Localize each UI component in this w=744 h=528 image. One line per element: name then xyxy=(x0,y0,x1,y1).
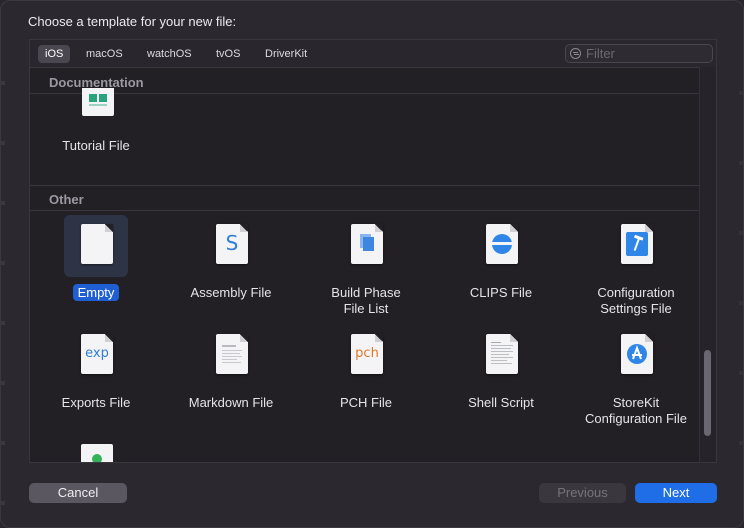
next-button[interactable]: Next xyxy=(635,483,717,503)
template-browser: iOS macOS watchOS tvOS DriverKit Documen… xyxy=(29,39,717,463)
template-label: Assembly File xyxy=(190,285,272,300)
icon-box xyxy=(334,215,398,277)
build-phase-file-list-icon xyxy=(351,224,383,264)
template-label: Shell Script xyxy=(468,395,534,410)
template-label: PCH File xyxy=(339,395,392,410)
clips-ball-glyph xyxy=(492,234,512,254)
icon-box: S xyxy=(199,215,263,277)
dialog-title: Choose a template for your new file: xyxy=(28,14,237,29)
empty-file-icon xyxy=(81,224,113,264)
template-label: Empty xyxy=(31,284,161,301)
template-tile-pch-file[interactable]: pch PCH File xyxy=(301,325,431,425)
template-label: Markdown File xyxy=(188,395,274,410)
template-tile-storekit-configuration-file[interactable]: StoreKit Configuration File xyxy=(571,325,701,426)
template-label: Tutorial File xyxy=(62,138,130,153)
clips-file-icon xyxy=(486,224,518,264)
template-tile-empty[interactable]: Empty xyxy=(31,215,161,315)
tutorial-file-icon xyxy=(82,88,114,116)
background-window-edge xyxy=(739,61,743,507)
cancel-button[interactable]: Cancel xyxy=(29,483,127,503)
scrollbar-thumb[interactable] xyxy=(704,350,711,436)
icon-box xyxy=(64,215,128,277)
section-title: Other xyxy=(49,192,84,207)
text-lines-glyph xyxy=(222,345,242,363)
icon-box xyxy=(469,215,533,277)
shell-script-icon xyxy=(486,334,518,374)
template-label: Configuration Settings File xyxy=(597,285,675,316)
storekit-configuration-file-icon xyxy=(621,334,653,374)
template-tile-partial[interactable] xyxy=(31,435,161,462)
previous-button[interactable]: Previous xyxy=(539,483,626,503)
template-label: CLIPS File xyxy=(469,285,533,300)
configuration-settings-file-icon xyxy=(621,224,653,264)
tab-ios[interactable]: iOS xyxy=(38,45,71,63)
icon-box xyxy=(199,325,263,387)
stacked-files-glyph xyxy=(360,234,374,251)
assembly-file-icon: S xyxy=(216,224,248,264)
template-label: StoreKit Configuration File xyxy=(585,395,687,426)
section-header-other: Other xyxy=(30,186,702,211)
template-label: Build Phase File List xyxy=(331,285,401,316)
icon-box xyxy=(604,325,668,387)
hammer-glyph xyxy=(626,232,648,256)
pch-file-icon: pch xyxy=(351,334,383,374)
vertical-scrollbar[interactable] xyxy=(699,67,716,462)
icon-box xyxy=(469,325,533,387)
template-tile-exports-file[interactable]: exp Exports File xyxy=(31,325,161,425)
icon-box: exp xyxy=(64,325,128,387)
icon-box xyxy=(64,435,128,462)
template-tile-assembly-file[interactable]: S Assembly File xyxy=(166,215,296,315)
tab-driverkit[interactable]: DriverKit xyxy=(258,45,314,63)
new-file-sheet: Choose a template for your new file: iOS… xyxy=(0,0,744,528)
platform-tab-bar: iOS macOS watchOS tvOS DriverKit xyxy=(30,40,716,68)
markdown-file-icon xyxy=(216,334,248,374)
icon-box xyxy=(604,215,668,277)
template-tile-build-phase-file-list[interactable]: Build Phase File List xyxy=(301,215,431,316)
template-tile-clips-file[interactable]: CLIPS File xyxy=(436,215,566,315)
template-tile-tutorial-file[interactable]: Tutorial File xyxy=(31,88,161,188)
template-tile-shell-script[interactable]: Shell Script xyxy=(436,325,566,425)
app-store-glyph xyxy=(627,344,647,364)
icon-box: pch xyxy=(334,325,398,387)
tab-tvos[interactable]: tvOS xyxy=(209,45,247,63)
tab-watchos[interactable]: watchOS xyxy=(140,45,199,63)
exports-file-icon: exp xyxy=(81,334,113,374)
partial-file-icon xyxy=(81,444,113,462)
filter-field[interactable] xyxy=(565,44,713,63)
background-window-edge xyxy=(1,61,5,507)
template-tile-markdown-file[interactable]: Markdown File xyxy=(166,325,296,425)
template-tile-configuration-settings-file[interactable]: Configuration Settings File xyxy=(571,215,701,316)
filter-icon xyxy=(570,48,581,59)
script-lines-glyph xyxy=(491,342,513,364)
template-label: Exports File xyxy=(61,395,131,410)
filter-input[interactable] xyxy=(586,45,706,62)
tab-macos[interactable]: macOS xyxy=(79,45,130,63)
